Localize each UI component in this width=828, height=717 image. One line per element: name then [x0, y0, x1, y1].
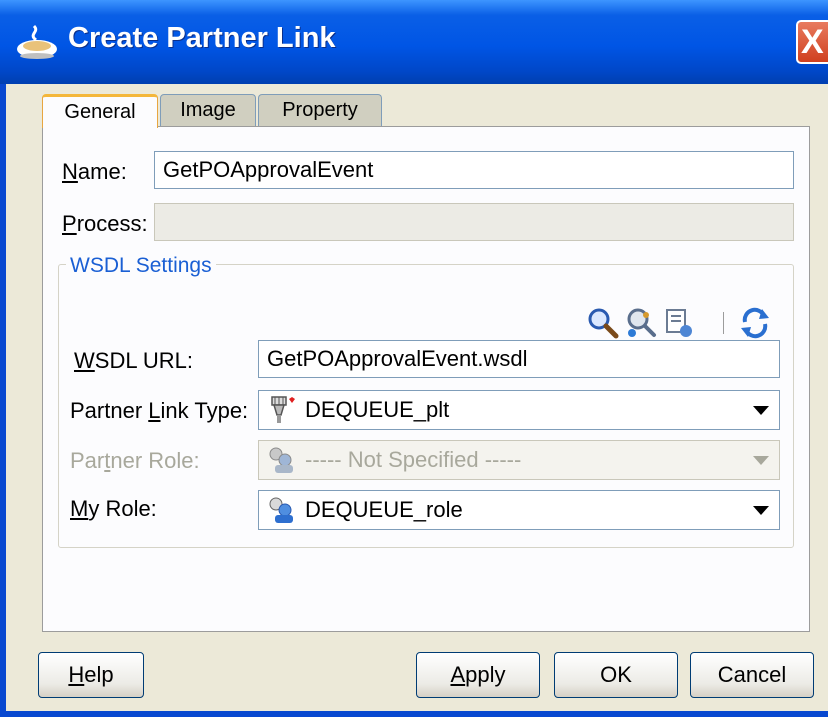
window-border-left: [0, 84, 6, 717]
ok-button[interactable]: OK: [554, 652, 678, 698]
browse-services-icon[interactable]: [624, 306, 658, 340]
partner-role-value: ----- Not Specified -----: [305, 447, 522, 472]
role-icon: [269, 497, 293, 523]
partner-role-select: ----- Not Specified -----: [258, 440, 780, 480]
create-partner-link-dialog: Create Partner Link X General Image Prop…: [0, 0, 828, 717]
service-explorer-icon[interactable]: [662, 306, 696, 340]
partner-link-type-label: Partner Link Type:: [70, 398, 248, 424]
partner-role-label-text: ner Role:: [110, 448, 200, 473]
name-label-text: ame:: [77, 159, 127, 184]
role-icon: [269, 447, 293, 473]
my-role-label: My Role:: [70, 496, 157, 522]
help-button[interactable]: Help: [38, 652, 144, 698]
process-field: [154, 203, 794, 241]
wsdl-settings-legend: WSDL Settings: [66, 254, 216, 278]
partner-link-type-label-text: ink Type:: [160, 398, 249, 423]
partner-link-type-value: DEQUEUE_plt: [305, 397, 450, 422]
my-role-select[interactable]: DEQUEUE_role: [258, 490, 780, 530]
close-icon: X: [801, 23, 824, 61]
tab-general[interactable]: General: [42, 94, 158, 128]
partner-role-label: Partner Role:: [70, 448, 200, 474]
wsdl-url-field[interactable]: GetPOApprovalEvent.wsdl: [258, 340, 780, 378]
apply-button[interactable]: Apply: [416, 652, 540, 698]
name-label-mnemonic: N: [62, 159, 78, 184]
apply-button-mnemonic: A: [450, 662, 466, 687]
search-icon[interactable]: [586, 306, 620, 340]
process-label-text: rocess:: [76, 211, 148, 236]
my-role-label-mnemonic: M: [70, 496, 89, 521]
dialog-title: Create Partner Link: [68, 22, 336, 54]
close-button[interactable]: X: [796, 20, 828, 64]
title-bar[interactable]: Create Partner Link X: [0, 0, 828, 84]
name-field[interactable]: GetPOApprovalEvent: [154, 151, 794, 189]
help-button-mnemonic: H: [68, 662, 85, 687]
name-label: Name:: [62, 159, 127, 185]
chevron-down-icon[interactable]: [753, 506, 769, 515]
partner-link-type-select[interactable]: DEQUEUE_plt: [258, 390, 780, 430]
process-label-mnemonic: P: [62, 211, 77, 236]
partner-link-type-icon: [271, 396, 295, 423]
my-role-value: DEQUEUE_role: [305, 497, 463, 522]
tab-property[interactable]: Property: [258, 94, 382, 128]
apply-button-label: pply: [465, 662, 506, 687]
chevron-down-icon[interactable]: [753, 406, 769, 415]
partner-role-label-pre: Par: [70, 448, 105, 473]
tab-image[interactable]: Image: [160, 94, 256, 128]
cancel-button[interactable]: Cancel: [690, 652, 814, 698]
chevron-down-icon: [753, 456, 769, 465]
wsdl-url-label-text: SDL URL:: [94, 348, 193, 373]
wsdl-url-label-mnemonic: W: [74, 348, 95, 373]
toolbar-separator: [723, 312, 724, 334]
refresh-icon[interactable]: [738, 306, 772, 340]
partner-link-type-label-mnemonic: L: [148, 398, 161, 423]
help-button-label: elp: [84, 662, 114, 687]
partner-link-type-label-pre: Partner: [70, 398, 149, 423]
partner-link-icon: [17, 24, 57, 59]
process-label: Process:: [62, 211, 148, 237]
my-role-label-text: y Role:: [88, 496, 157, 521]
wsdl-url-label: WSDL URL:: [74, 348, 193, 374]
window-border-bottom: [0, 711, 828, 717]
